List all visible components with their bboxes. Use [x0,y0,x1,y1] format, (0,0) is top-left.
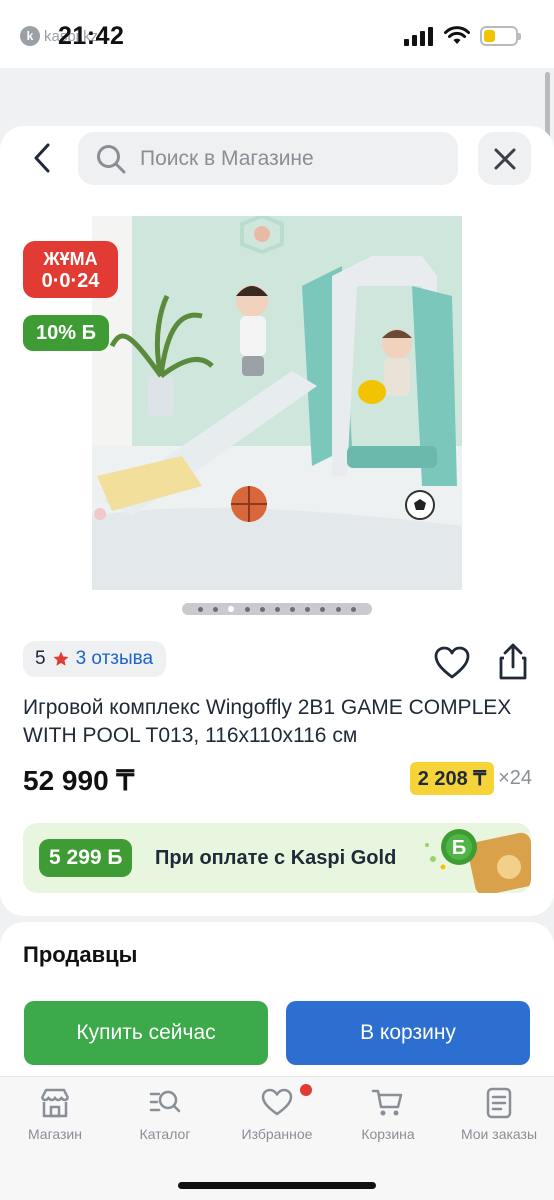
home-indicator[interactable] [178,1182,376,1189]
juma-badge-terms: 0·0·24 [41,269,100,292]
status-indicators [404,26,521,46]
battery-icon [480,26,521,46]
back-button[interactable] [24,140,60,176]
top-spacer [0,68,554,126]
gallery-dot[interactable] [274,606,280,612]
gold-bonus-amount: 5 299 Б [39,839,133,877]
heart-icon [434,646,470,679]
heart-icon [261,1088,293,1116]
reviews-link[interactable]: 3 отзыва [76,648,154,670]
gallery-dot[interactable] [335,606,341,612]
cart-icon [371,1089,403,1116]
rating-reviews[interactable]: 5 3 отзыва [23,641,167,677]
status-time: 21:42 [58,22,125,50]
star-icon [53,651,69,666]
tab-cart[interactable]: Корзина [333,1086,443,1142]
juma-badge-title: ЖҰМА [43,248,98,269]
shop-icon [40,1088,70,1118]
kaspi-logo-icon: k [20,26,40,46]
battery-level [484,30,496,42]
gallery-dot[interactable] [228,606,235,612]
buy-now-button[interactable]: Купить сейчас [24,1001,268,1065]
search-bar[interactable] [78,132,458,185]
installment-months: ×24 [498,767,532,789]
tab-catalog-label: Каталог [139,1126,191,1142]
bonus-percent-badge: 10% Б [23,315,109,351]
kaspi-gold-card-icon: Б [425,829,531,893]
product-image[interactable] [92,216,462,590]
favorites-notification-dot [300,1084,312,1096]
installment-info[interactable]: 2 208 ₸ ×24 [409,762,532,795]
product-photo-illustration [92,216,462,590]
cellular-signal-icon [404,27,433,46]
svg-text:Б: Б [452,837,466,859]
favorite-button[interactable] [434,646,470,680]
gold-bonus-text: При оплате с Kaspi Gold [155,847,397,869]
gallery-dot[interactable] [244,606,250,612]
share-button[interactable] [496,643,530,681]
product-price: 52 990 ₸ [23,765,135,796]
gallery-dot[interactable] [198,606,204,612]
sellers-heading: Продавцы [23,942,138,967]
tab-cart-label: Корзина [361,1126,415,1142]
kaspi-gold-bonus-banner[interactable]: 5 299 Б При оплате с Kaspi Gold Б [23,823,531,893]
rating-value: 5 [35,648,46,669]
juma-promo-badge: ЖҰМА 0·0·24 [23,241,118,298]
gallery-dot[interactable] [305,606,311,612]
tab-shop-label: Магазин [27,1126,82,1142]
installment-amount: 2 208 ₸ [409,762,495,795]
gallery-pagination[interactable] [182,603,372,615]
share-icon [499,643,527,680]
close-button[interactable] [478,132,531,185]
tab-my-orders-label: Мои заказы [460,1126,538,1142]
orders-icon [486,1087,512,1119]
product-title: Игровой комплекс Wingoffly 2В1 GAME COMP… [23,696,512,747]
catalog-search-icon [149,1090,181,1113]
close-icon [494,148,515,169]
chevron-left-icon [34,143,50,173]
search-input[interactable] [140,146,430,171]
tab-favorites[interactable]: Избранное [222,1086,332,1142]
tab-shop[interactable]: Магазин [0,1086,110,1142]
tab-catalog[interactable]: Каталог [110,1086,220,1142]
gallery-dot[interactable] [350,606,356,612]
tab-favorites-label: Избранное [241,1126,313,1142]
wifi-icon [444,26,470,44]
gallery-dot[interactable] [259,606,265,612]
gallery-dot[interactable] [213,606,219,612]
search-icon [97,144,126,173]
gallery-dot[interactable] [320,606,326,612]
gallery-dot[interactable] [290,606,296,612]
status-bar: k kaspi.kz 21:42 [0,0,554,68]
tab-my-orders[interactable]: Мои заказы [444,1086,554,1142]
add-to-cart-button[interactable]: В корзину [286,1001,530,1065]
